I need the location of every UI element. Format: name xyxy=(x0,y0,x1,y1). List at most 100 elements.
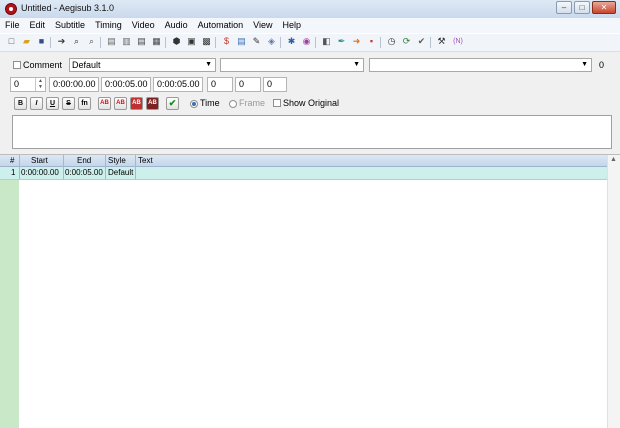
effect-dropdown[interactable]: ▼ xyxy=(369,58,592,72)
header-start: Start xyxy=(31,156,48,165)
toolbar-separator xyxy=(380,37,381,48)
start-time-value: 0:00:00.00 xyxy=(53,79,96,89)
header-text: Text xyxy=(138,156,153,165)
video-open-icon[interactable]: ▣ xyxy=(186,36,197,47)
copy-icon[interactable]: ▤ xyxy=(106,36,117,47)
outline-color-button[interactable]: AB xyxy=(130,97,143,110)
header-end: End xyxy=(77,156,92,165)
styles-manager-icon[interactable]: $ xyxy=(221,36,232,47)
grid-header: # Start End Style Text xyxy=(0,155,608,167)
layer-spinner[interactable]: 0 ▲ ▼ xyxy=(10,77,46,92)
start-time-field[interactable]: 0:00:00.00 xyxy=(49,77,99,92)
scroll-up-icon[interactable]: ▲ xyxy=(610,156,617,163)
commit-check-icon[interactable]: ✔ xyxy=(166,97,179,110)
row-end: 0:00:05.00 xyxy=(65,168,103,177)
clock-icon[interactable]: ◷ xyxy=(386,36,397,47)
open-file-icon[interactable]: ▰ xyxy=(21,36,32,47)
properties-icon[interactable]: ▤ xyxy=(136,36,147,47)
menu-video[interactable]: Video xyxy=(127,18,160,33)
comment-label: Comment xyxy=(23,60,63,70)
check-edit-icon[interactable]: ✔ xyxy=(416,36,427,47)
subtitle-text-editor[interactable] xyxy=(12,115,612,149)
lua-icon[interactable]: (N) xyxy=(451,36,465,47)
maximize-button[interactable]: □ xyxy=(574,1,590,14)
new-file-icon[interactable]: □ xyxy=(6,36,17,47)
time-label: Time xyxy=(200,98,220,108)
kanji-timer-icon[interactable]: ◉ xyxy=(301,36,312,47)
menu-bar: File Edit Subtitle Timing Video Audio Automati… xyxy=(0,18,620,33)
menu-timing[interactable]: Timing xyxy=(90,18,127,33)
underline-button[interactable]: U xyxy=(46,97,59,110)
toolbar-separator xyxy=(165,37,166,48)
table-row[interactable]: 1 0:00:00.00 0:00:05.00 Default xyxy=(0,167,608,180)
time-radio[interactable] xyxy=(190,100,198,108)
shadow-color-button[interactable]: AB xyxy=(146,97,159,110)
primary-color-button[interactable]: AB xyxy=(98,97,111,110)
show-original-checkbox[interactable] xyxy=(273,99,281,107)
resample-icon[interactable]: ▤ xyxy=(236,36,247,47)
subtitle-grid: # Start End Style Text 1 0:00:00.00 0:00… xyxy=(0,155,620,428)
find-icon[interactable]: ⌕ xyxy=(71,36,82,47)
timing-jump-icon[interactable]: ➜ xyxy=(351,36,362,47)
margin-vertical-field[interactable]: 0 xyxy=(263,77,287,92)
secondary-color-button[interactable]: AB xyxy=(114,97,127,110)
header-number: # xyxy=(10,156,15,165)
duration-value: 0:00:05.00 xyxy=(157,79,200,89)
toolbar-separator xyxy=(280,37,281,48)
menu-automation[interactable]: Automation xyxy=(193,18,249,33)
margin-left-value: 0 xyxy=(211,79,217,89)
spinner-arrows-icon[interactable]: ▲ ▼ xyxy=(35,78,45,91)
column-divider xyxy=(19,155,20,179)
style-dropdown[interactable]: Default ▼ xyxy=(69,58,216,72)
styling-assistant-icon[interactable]: ✱ xyxy=(286,36,297,47)
jump-to-icon[interactable]: ➔ xyxy=(56,36,67,47)
margin-right-field[interactable]: 0 xyxy=(235,77,261,92)
frame-radio[interactable] xyxy=(229,100,237,108)
comment-checkbox[interactable] xyxy=(13,61,21,69)
find-replace-icon[interactable]: ⌕ xyxy=(86,36,97,47)
translation-assistant-icon[interactable]: ◈ xyxy=(266,36,277,47)
show-original-label: Show Original xyxy=(283,98,340,108)
timing-stop-icon[interactable]: ▪ xyxy=(366,36,377,47)
menu-view[interactable]: View xyxy=(248,18,277,33)
chevron-down-icon: ▼ xyxy=(581,61,588,68)
margin-left-field[interactable]: 0 xyxy=(207,77,233,92)
char-count: 0 xyxy=(599,60,605,70)
paste-icon[interactable]: ▥ xyxy=(121,36,132,47)
header-style: Style xyxy=(108,156,126,165)
timing-post-processor-icon[interactable]: ✒ xyxy=(336,36,347,47)
spellcheck-icon[interactable]: ✎ xyxy=(251,36,262,47)
save-icon[interactable]: ■ xyxy=(36,36,47,47)
menu-edit[interactable]: Edit xyxy=(25,18,51,33)
row-number: 1 xyxy=(11,168,16,177)
video-details-icon[interactable]: ▩ xyxy=(201,36,212,47)
close-button[interactable]: ✕ xyxy=(592,1,616,14)
column-divider xyxy=(135,155,136,179)
menu-help[interactable]: Help xyxy=(278,18,307,33)
end-time-field[interactable]: 0:00:05.00 xyxy=(101,77,151,92)
grid-scrollbar[interactable]: ▲ xyxy=(607,155,620,428)
strikeout-button[interactable]: S xyxy=(62,97,75,110)
toolbar-separator xyxy=(215,37,216,48)
column-divider xyxy=(105,155,106,179)
row-start: 0:00:00.00 xyxy=(21,168,59,177)
style-dropdown-value: Default xyxy=(72,60,101,70)
menu-subtitle[interactable]: Subtitle xyxy=(50,18,90,33)
bold-button[interactable]: B xyxy=(14,97,27,110)
actor-dropdown[interactable]: ▼ xyxy=(220,58,364,72)
minimize-button[interactable]: – xyxy=(556,1,572,14)
duration-field[interactable]: 0:00:05.00 xyxy=(153,77,203,92)
automation-icon[interactable]: ⟳ xyxy=(401,36,412,47)
attachments-icon[interactable]: ▦ xyxy=(151,36,162,47)
italic-button[interactable]: I xyxy=(30,97,43,110)
layer-value: 0 xyxy=(14,79,20,89)
toolbar-separator xyxy=(100,37,101,48)
shift-times-icon[interactable]: ◧ xyxy=(321,36,332,47)
font-button[interactable]: fn xyxy=(78,97,91,110)
fonts-collector-icon[interactable]: ⬢ xyxy=(171,36,182,47)
menu-audio[interactable]: Audio xyxy=(160,18,193,33)
menu-file[interactable]: File xyxy=(0,18,25,33)
toolbar-separator xyxy=(50,37,51,48)
toolbar: □ ▰ ■ ➔ ⌕ ⌕ ▤ ▥ ▤ ▦ ⬢ ▣ ▩ $ ▤ ✎ ◈ ✱ ◉ ◧ ✒ ➜ ▪ ◷ ⟳ ✔ ⚒ (N) xyxy=(0,34,620,52)
options-icon[interactable]: ⚒ xyxy=(436,36,447,47)
